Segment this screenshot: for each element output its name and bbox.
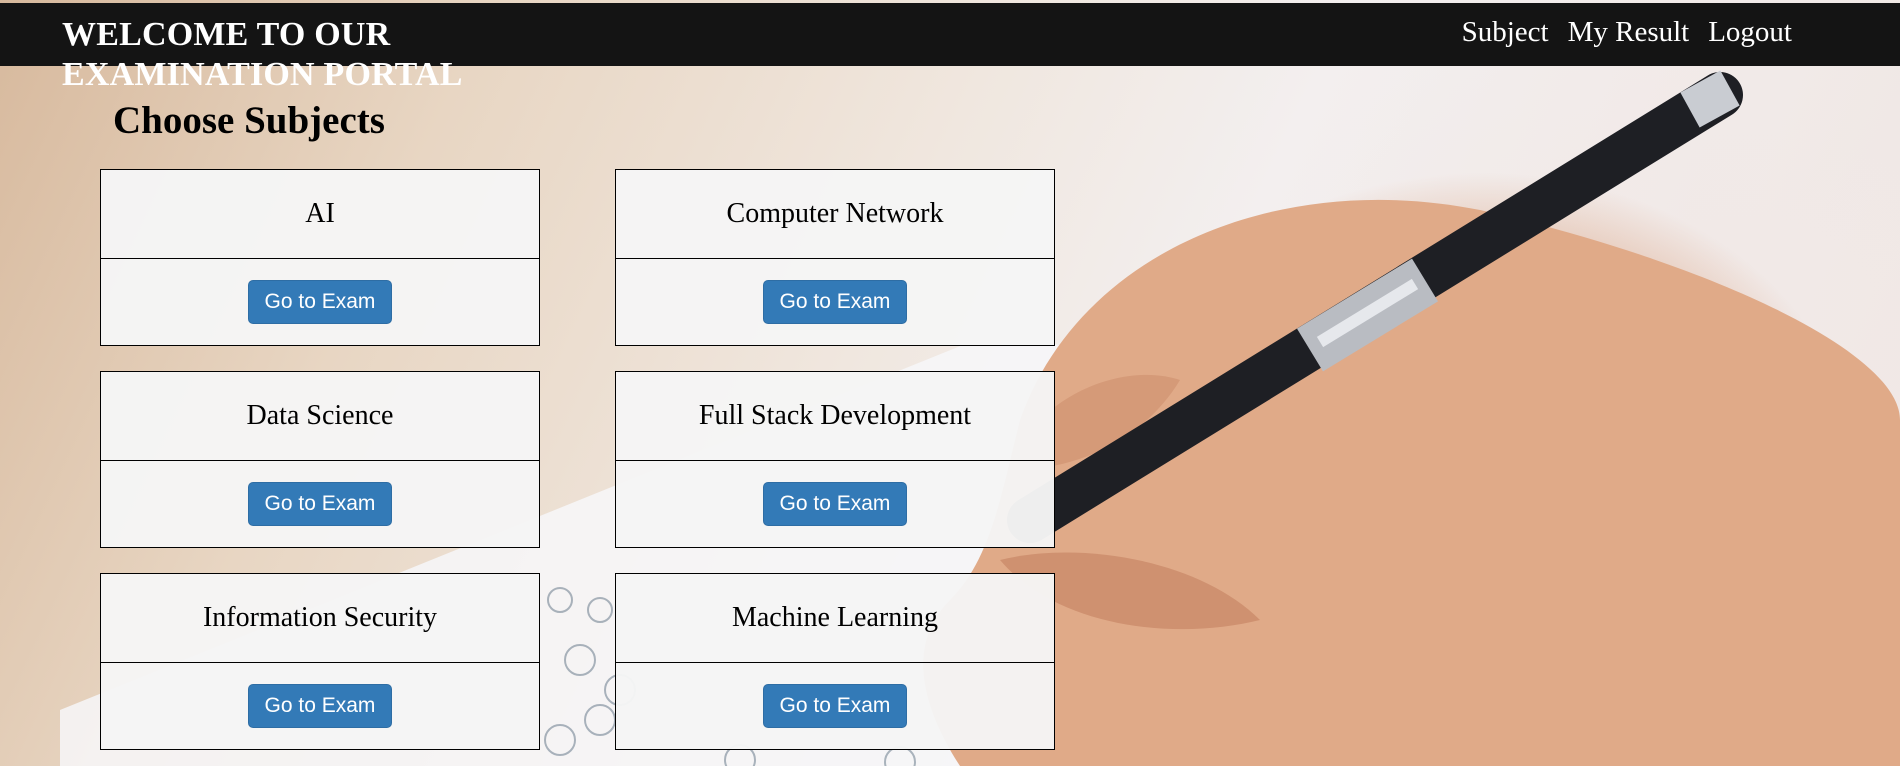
go-to-exam-button[interactable]: Go to Exam <box>763 482 907 526</box>
subject-grid: AI Go to Exam Computer Network Go to Exa… <box>100 169 1055 750</box>
nav-logout-link[interactable]: Logout <box>1708 14 1792 50</box>
go-to-exam-button[interactable]: Go to Exam <box>763 280 907 324</box>
subject-card-information-security: Information Security Go to Exam <box>100 573 540 750</box>
subject-name: Computer Network <box>616 170 1054 259</box>
subject-name: AI <box>101 170 539 259</box>
nav-my-result-link[interactable]: My Result <box>1568 14 1690 50</box>
main-nav: Subject My Result Logout <box>1462 14 1792 50</box>
go-to-exam-button[interactable]: Go to Exam <box>248 280 392 324</box>
subject-name: Information Security <box>101 574 539 663</box>
go-to-exam-button[interactable]: Go to Exam <box>763 684 907 728</box>
subject-name: Machine Learning <box>616 574 1054 663</box>
page-title: Choose Subjects <box>113 99 385 142</box>
subject-card-machine-learning: Machine Learning Go to Exam <box>615 573 1055 750</box>
subject-name: Full Stack Development <box>616 372 1054 461</box>
subject-card-data-science: Data Science Go to Exam <box>100 371 540 548</box>
subject-name: Data Science <box>101 372 539 461</box>
subject-card-computer-network: Computer Network Go to Exam <box>615 169 1055 346</box>
go-to-exam-button[interactable]: Go to Exam <box>248 684 392 728</box>
site-title: WELCOME TO OUR EXAMINATION PORTAL <box>62 16 463 93</box>
subject-card-ai: AI Go to Exam <box>100 169 540 346</box>
go-to-exam-button[interactable]: Go to Exam <box>248 482 392 526</box>
nav-subject-link[interactable]: Subject <box>1462 14 1549 50</box>
subject-card-full-stack-development: Full Stack Development Go to Exam <box>615 371 1055 548</box>
